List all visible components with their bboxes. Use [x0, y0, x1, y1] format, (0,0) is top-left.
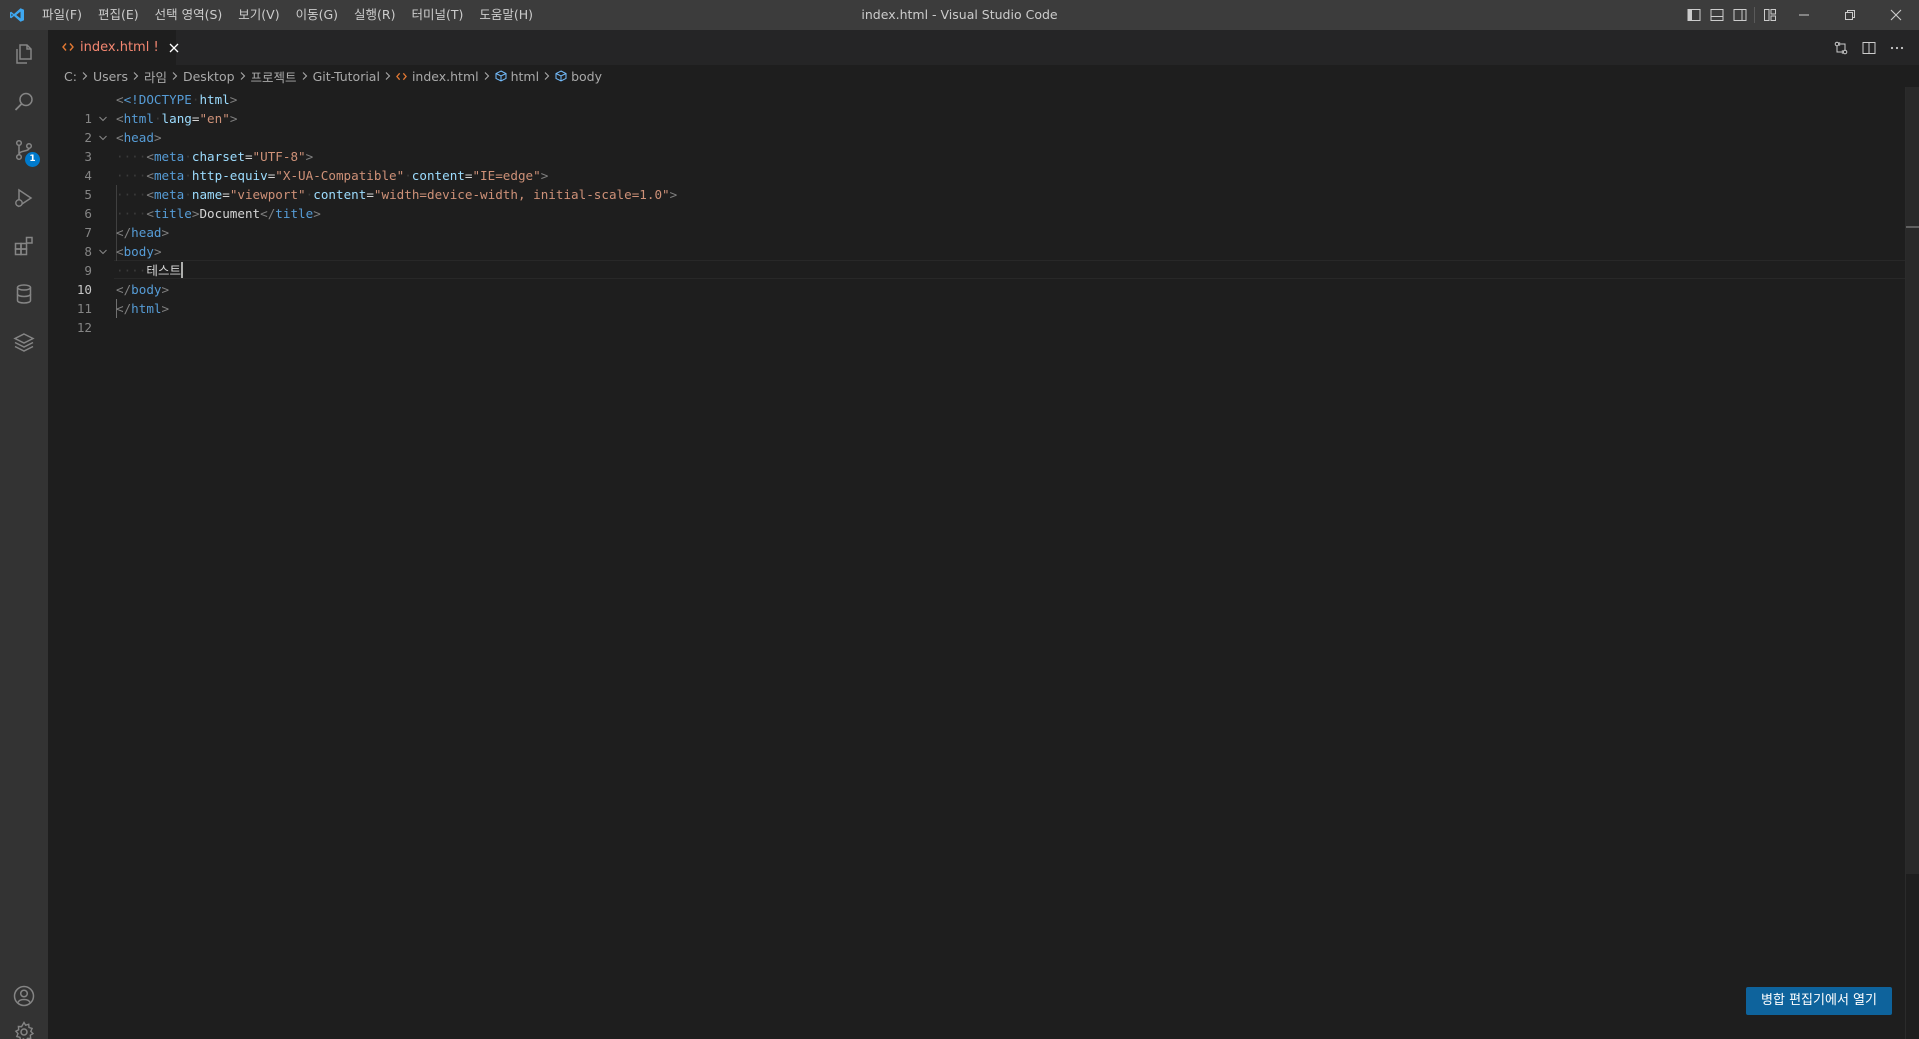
- source-control-icon[interactable]: 1: [0, 126, 48, 174]
- breadcrumb-item[interactable]: Users: [93, 69, 128, 84]
- line-content: ····<title>Document</title>: [116, 206, 321, 221]
- symbol-element-icon: [495, 70, 507, 82]
- account-icon[interactable]: [0, 972, 48, 1020]
- code-line: 9 <body>: [48, 242, 1905, 278]
- chevron-down-icon[interactable]: [96, 242, 110, 261]
- breadcrumb-item[interactable]: Desktop: [183, 69, 235, 84]
- open-changes-icon[interactable]: [1831, 38, 1851, 58]
- code-line-active: 10 ····테스트: [48, 261, 1905, 318]
- menu-run[interactable]: 실행(R): [346, 0, 403, 30]
- settings-gear-icon[interactable]: [0, 1020, 48, 1039]
- editor-actions: [1831, 30, 1907, 65]
- database-icon[interactable]: [0, 270, 48, 318]
- modified-marker: !: [153, 40, 159, 55]
- breadcrumb-file[interactable]: index.html: [396, 69, 479, 84]
- chevron-right-icon: [482, 71, 492, 81]
- chevron-right-icon: [131, 71, 141, 81]
- menu-bar: 파일(F) 편집(E) 선택 영역(S) 보기(V) 이동(G) 실행(R) 터…: [34, 0, 541, 30]
- explorer-icon[interactable]: [0, 30, 48, 78]
- tab-index-html[interactable]: index.html !: [48, 30, 179, 65]
- close-icon[interactable]: [169, 40, 179, 56]
- vscode-logo-icon: [0, 0, 34, 30]
- menu-go[interactable]: 이동(G): [288, 0, 346, 30]
- title-bar: 파일(F) 편집(E) 선택 영역(S) 보기(V) 이동(G) 실행(R) 터…: [0, 0, 1919, 30]
- source-control-badge: 1: [25, 152, 40, 167]
- extensions-icon[interactable]: [0, 222, 48, 270]
- search-icon[interactable]: [0, 78, 48, 126]
- minimize-icon[interactable]: [1781, 0, 1827, 30]
- symbol-element-icon: [555, 70, 567, 82]
- line-content: <<!DOCTYPE·html>: [116, 92, 238, 107]
- editor-scrollbar[interactable]: [1905, 87, 1919, 1039]
- line-content: </head>: [116, 225, 170, 240]
- chevron-down-icon[interactable]: [96, 128, 110, 147]
- menu-view[interactable]: 보기(V): [230, 0, 287, 30]
- toggle-primary-sidebar-icon[interactable]: [1682, 0, 1705, 30]
- code-line: 8 </head>: [48, 223, 1905, 259]
- line-content: <html·lang="en">: [116, 111, 238, 126]
- breadcrumb-file-label: index.html: [411, 68, 479, 84]
- line-content: <head>: [116, 130, 162, 145]
- restore-icon[interactable]: [1827, 0, 1873, 30]
- breadcrumb-symbol-html[interactable]: html: [495, 69, 539, 84]
- title-bar-controls: [1682, 0, 1919, 30]
- title-separator: [1754, 7, 1755, 23]
- breadcrumb-item[interactable]: 프로젝트: [251, 67, 297, 86]
- code-line: 5 ····<meta·http-equiv="X-UA-Compatible"…: [48, 166, 1905, 223]
- text-cursor: [181, 262, 184, 278]
- breadcrumb-item[interactable]: Git-Tutorial: [313, 69, 380, 84]
- breadcrumb-symbol-label: html: [510, 68, 540, 84]
- menu-file[interactable]: 파일(F): [34, 0, 90, 30]
- code-line: 2 <html·lang="en">: [48, 109, 1905, 145]
- breadcrumb-item[interactable]: 라임: [144, 67, 167, 86]
- scrollbar-thumb[interactable]: [1906, 87, 1919, 874]
- menu-terminal[interactable]: 터미널(T): [404, 0, 472, 30]
- code-line: 11 </body>: [48, 280, 1905, 316]
- chevron-right-icon: [542, 71, 552, 81]
- breadcrumb-symbol-label: body: [571, 68, 603, 84]
- chevron-right-icon: [383, 71, 393, 81]
- code-editor[interactable]: 1 <<!DOCTYPE·html> 2 <html·lang="en"> 3 …: [48, 87, 1919, 1039]
- tab-bar: index.html !: [48, 30, 1919, 65]
- breadcrumb-symbol-body[interactable]: body: [555, 69, 602, 84]
- overview-ruler-cursor-mark: [1906, 226, 1919, 228]
- html-file-icon: [396, 71, 407, 82]
- chevron-right-icon: [170, 71, 180, 81]
- code-line: 7 ····<title>Document</title>: [48, 204, 1905, 261]
- tab-label: index.html !: [80, 40, 159, 55]
- chevron-down-icon[interactable]: [96, 109, 110, 128]
- html-file-icon: [62, 38, 74, 57]
- run-debug-icon[interactable]: [0, 174, 48, 222]
- activity-bar: 1: [0, 30, 48, 1039]
- code-line: 1 <<!DOCTYPE·html>: [48, 90, 1905, 126]
- menu-edit[interactable]: 편집(E): [90, 0, 147, 30]
- line-content: ····<meta·charset="UTF-8">: [116, 149, 314, 164]
- breadcrumb: C: Users 라임 Desktop 프로젝트 Git-Tutorial in…: [48, 65, 1919, 87]
- chevron-right-icon: [238, 71, 248, 81]
- menu-help[interactable]: 도움말(H): [471, 0, 541, 30]
- line-content: ····<meta·http-equiv="X-UA-Compatible"·c…: [116, 168, 549, 183]
- code-line: 6 ····<meta·name="viewport"·content="wid…: [48, 185, 1905, 242]
- code-line: 3 <head>: [48, 128, 1905, 164]
- open-in-merge-editor-button[interactable]: 병합 편집기에서 열기: [1746, 987, 1892, 1015]
- line-number: 12: [76, 320, 92, 335]
- chevron-right-icon: [80, 71, 90, 81]
- breadcrumb-item[interactable]: C:: [64, 69, 77, 84]
- layers-icon[interactable]: [0, 318, 48, 366]
- line-content: <body>: [116, 244, 162, 259]
- split-editor-icon[interactable]: [1859, 38, 1879, 58]
- customize-layout-icon[interactable]: [1758, 0, 1781, 30]
- line-content: ····테스트: [116, 262, 184, 278]
- line-content: ····<meta·name="viewport"·content="width…: [116, 187, 678, 202]
- code-line: 12 </html>: [48, 299, 1905, 335]
- menu-selection[interactable]: 선택 영역(S): [147, 0, 231, 30]
- line-content: </html>: [116, 301, 170, 316]
- code-line: 4 ····<meta·charset="UTF-8">: [48, 147, 1905, 204]
- toggle-panel-icon[interactable]: [1705, 0, 1728, 30]
- toggle-secondary-sidebar-icon[interactable]: [1728, 0, 1751, 30]
- line-content: </body>: [116, 282, 170, 297]
- chevron-right-icon: [300, 71, 310, 81]
- close-window-icon[interactable]: [1873, 0, 1919, 30]
- more-actions-icon[interactable]: [1887, 38, 1907, 58]
